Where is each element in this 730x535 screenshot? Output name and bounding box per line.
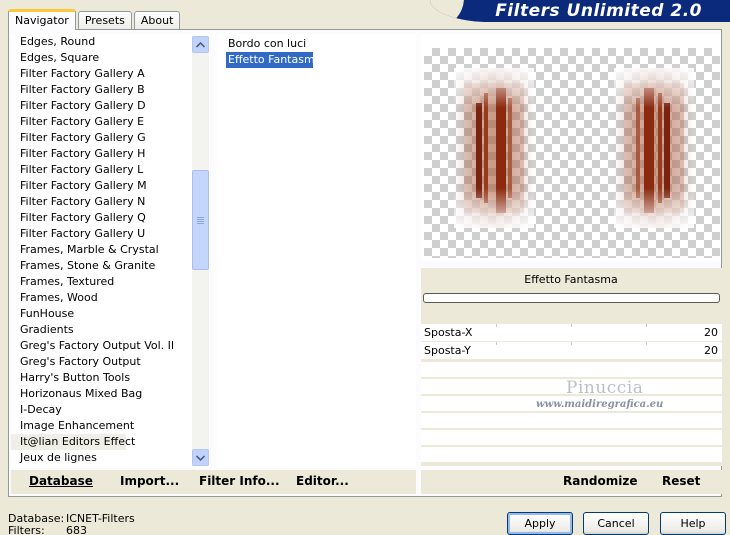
slider-tick bbox=[496, 342, 497, 345]
slider-tick bbox=[496, 324, 497, 327]
empty-param-row bbox=[421, 362, 722, 377]
tab-navigator[interactable]: Navigator bbox=[8, 9, 76, 30]
category-item[interactable]: Greg's Factory Output bbox=[11, 354, 210, 370]
status-filters-value: 683 bbox=[66, 524, 87, 535]
filter-info-button[interactable]: Filter Info... bbox=[199, 474, 280, 488]
empty-param-row bbox=[421, 413, 722, 428]
category-item[interactable]: Harry's Button Tools bbox=[11, 370, 210, 386]
slider-tick bbox=[646, 342, 647, 345]
progress-bar bbox=[423, 293, 720, 303]
scroll-up-button[interactable] bbox=[192, 36, 209, 53]
effect-item-effetto-fantasma[interactable]: Effetto Fantasma bbox=[226, 52, 321, 68]
apply-button[interactable]: Apply bbox=[507, 512, 573, 535]
category-item[interactable]: It@lian Editors Effect bbox=[11, 434, 135, 450]
category-item[interactable]: Frames, Stone & Granite bbox=[11, 258, 210, 274]
tab-bar: Navigator Presets About bbox=[8, 9, 182, 30]
empty-param-row bbox=[421, 430, 722, 445]
category-item[interactable]: Greg's Factory Output Vol. II bbox=[11, 338, 210, 354]
category-item[interactable]: Filter Factory Gallery B bbox=[11, 82, 210, 98]
category-item[interactable]: Gradients bbox=[11, 322, 210, 338]
grip-icon bbox=[197, 217, 204, 225]
current-filter-name: Effetto Fantasma bbox=[524, 273, 618, 286]
category-item[interactable]: Filter Factory Gallery U bbox=[11, 226, 210, 242]
slider-value: 20 bbox=[704, 326, 718, 339]
category-item[interactable]: Frames, Textured bbox=[11, 274, 210, 290]
category-item[interactable]: Image Enhancement bbox=[11, 418, 210, 434]
slider-sposta-x[interactable]: Sposta-X 20 bbox=[421, 324, 722, 342]
category-item[interactable]: Filter Factory Gallery H bbox=[11, 146, 210, 162]
category-item[interactable]: Filter Factory Gallery D bbox=[11, 98, 210, 114]
database-button[interactable]: Database bbox=[29, 474, 93, 488]
category-list[interactable]: Edges, Round Edges, Square Filter Factory … bbox=[11, 34, 210, 468]
chevron-up-icon bbox=[196, 41, 205, 48]
slider-label: Sposta-Y bbox=[424, 344, 471, 357]
preview-image bbox=[424, 48, 720, 258]
effect-item-bordo-con-luci[interactable]: Bordo con luci bbox=[226, 36, 308, 52]
slider-sposta-y[interactable]: Sposta-Y 20 bbox=[421, 342, 722, 360]
category-item[interactable]: Filter Factory Gallery Q bbox=[11, 210, 210, 226]
category-item[interactable]: Filter Factory Gallery N bbox=[11, 194, 210, 210]
scroll-down-button[interactable] bbox=[192, 449, 209, 466]
ghost-effect-graphic bbox=[454, 68, 694, 228]
app-title: Filters Unlimited 2.0 bbox=[495, 1, 702, 21]
category-item[interactable]: Edges, Square bbox=[11, 50, 210, 66]
category-item[interactable]: Filter Factory Gallery E bbox=[11, 114, 210, 130]
category-item[interactable]: Jeux de lignes bbox=[11, 450, 210, 466]
randomize-button[interactable]: Randomize bbox=[563, 474, 637, 488]
empty-param-row bbox=[421, 447, 722, 462]
cancel-button[interactable]: Cancel bbox=[583, 512, 649, 535]
status-filters: Filters: 683 bbox=[8, 524, 87, 535]
chevron-down-icon bbox=[196, 454, 205, 461]
slider-tick bbox=[571, 342, 572, 345]
category-item[interactable]: Frames, Marble & Crystal bbox=[11, 242, 210, 258]
slider-value: 20 bbox=[704, 344, 718, 357]
tab-about[interactable]: About bbox=[133, 11, 181, 30]
import-button[interactable]: Import... bbox=[120, 474, 179, 488]
slider-tick bbox=[646, 324, 647, 327]
effects-list[interactable]: Bordo con luci Effetto Fantasma bbox=[217, 34, 416, 468]
category-item[interactable]: I-Decay bbox=[11, 402, 210, 418]
watermark-site: www.maidiregrafica.eu bbox=[536, 399, 664, 410]
watermark-name: Pinuccia bbox=[566, 378, 644, 398]
tab-presets[interactable]: Presets bbox=[77, 11, 132, 30]
category-item[interactable]: FunHouse bbox=[11, 306, 210, 322]
category-item[interactable]: Edges, Round bbox=[11, 34, 210, 50]
slider-tick bbox=[571, 324, 572, 327]
category-item[interactable]: Filter Factory Gallery A bbox=[11, 66, 210, 82]
editor-button[interactable]: Editor... bbox=[296, 474, 349, 488]
category-item[interactable]: Horizonaus Mixed Bag bbox=[11, 386, 210, 402]
status-filters-label: Filters: bbox=[8, 524, 45, 535]
category-scrollbar[interactable] bbox=[192, 36, 209, 466]
category-item[interactable]: Filter Factory Gallery M bbox=[11, 178, 210, 194]
category-item[interactable]: Filter Factory Gallery L bbox=[11, 162, 210, 178]
reset-button[interactable]: Reset bbox=[662, 474, 700, 488]
category-item[interactable]: Filter Factory Gallery G bbox=[11, 130, 210, 146]
help-button[interactable]: Help bbox=[660, 512, 726, 535]
category-item[interactable]: Frames, Wood bbox=[11, 290, 210, 306]
slider-label: Sposta-X bbox=[424, 326, 473, 339]
header-banner: Filters Unlimited 2.0 bbox=[430, 0, 730, 22]
scroll-thumb[interactable] bbox=[192, 170, 209, 270]
